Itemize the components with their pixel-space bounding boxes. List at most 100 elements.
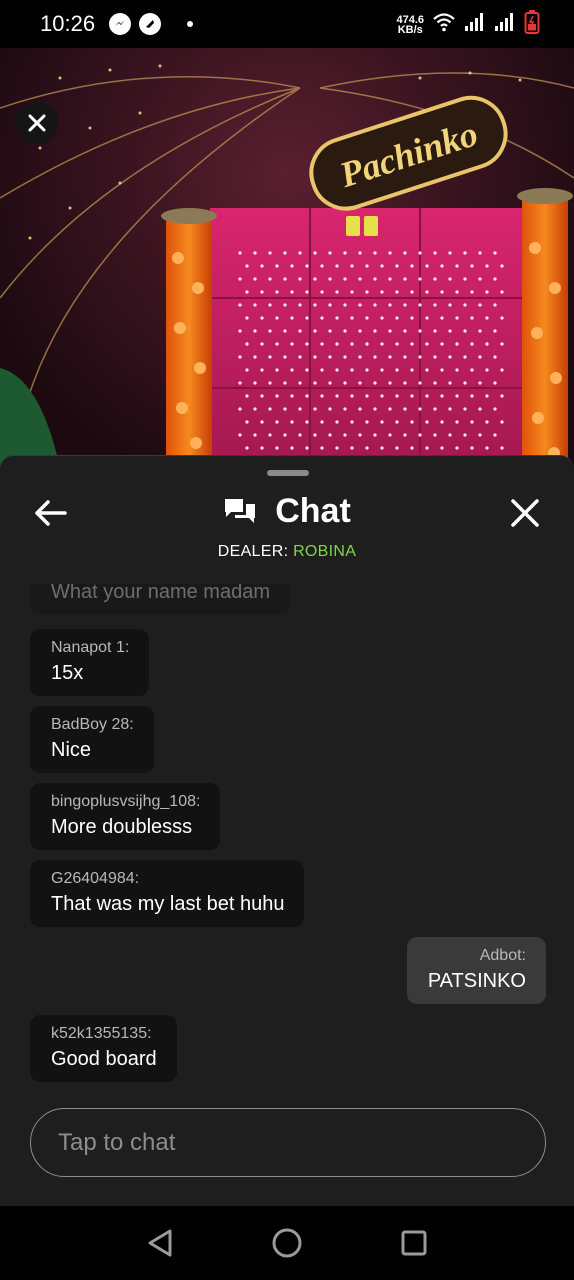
board-pin xyxy=(493,355,497,359)
board-pin xyxy=(373,303,377,307)
board-pin xyxy=(500,446,504,450)
live-video[interactable]: Pachinko xyxy=(0,48,574,468)
board-pin xyxy=(418,355,422,359)
board-pin xyxy=(373,407,377,411)
drag-handle[interactable] xyxy=(267,470,309,476)
wifi-icon xyxy=(432,11,456,38)
board-pin xyxy=(335,290,339,294)
board-pin xyxy=(388,381,392,385)
close-icon xyxy=(28,114,46,132)
net-speed: 474.6 KB/s xyxy=(396,14,424,35)
board-pin xyxy=(268,407,272,411)
board-pin xyxy=(410,394,414,398)
board-pin xyxy=(343,303,347,307)
board-pin xyxy=(335,368,339,372)
message-list[interactable]: What your name madam Nanapot 1: 15x BadB… xyxy=(0,584,574,1084)
board-pin xyxy=(320,316,324,320)
nav-home-button[interactable] xyxy=(263,1219,311,1267)
board-pin xyxy=(275,290,279,294)
board-pin xyxy=(313,433,317,437)
chat-bubbles-icon xyxy=(225,498,256,523)
board-pin xyxy=(335,316,339,320)
board-pin xyxy=(373,355,377,359)
board-pin xyxy=(350,264,354,268)
board-pin xyxy=(500,394,504,398)
board-pin xyxy=(485,316,489,320)
board-pin xyxy=(478,251,482,255)
board-pin xyxy=(433,355,437,359)
chat-input[interactable] xyxy=(30,1108,546,1177)
close-video-button[interactable] xyxy=(16,102,58,144)
board-pin xyxy=(298,355,302,359)
board-pin xyxy=(373,433,377,437)
board-pin xyxy=(328,251,332,255)
board-pin xyxy=(448,251,452,255)
board-pin xyxy=(305,316,309,320)
board-pin xyxy=(245,290,249,294)
board-pin xyxy=(380,420,384,424)
board-pin xyxy=(350,446,354,450)
nav-back-button[interactable] xyxy=(136,1219,184,1267)
board-pin xyxy=(275,394,279,398)
board-pin xyxy=(320,368,324,372)
board-pin xyxy=(268,355,272,359)
back-icon xyxy=(148,1229,172,1257)
board-pin xyxy=(253,433,257,437)
board-pin xyxy=(365,394,369,398)
close-chat-button[interactable] xyxy=(508,496,542,530)
dealer-label: DEALER: xyxy=(217,543,289,560)
board-pin xyxy=(440,264,444,268)
board-pin xyxy=(350,394,354,398)
board-pin xyxy=(328,433,332,437)
board-pin xyxy=(440,342,444,346)
board-pin xyxy=(463,303,467,307)
board-pin xyxy=(358,407,362,411)
board-pin xyxy=(455,394,459,398)
board-pin xyxy=(500,290,504,294)
board-pin xyxy=(328,303,332,307)
chat-message-self: Adbot: PATSINKO xyxy=(406,937,546,1004)
board-pin xyxy=(313,407,317,411)
dealer-info: DEALER: ROBINA xyxy=(0,543,574,561)
board-pin xyxy=(320,264,324,268)
board-pin xyxy=(320,342,324,346)
board-pin xyxy=(238,329,242,333)
board-pin xyxy=(403,433,407,437)
board-pin xyxy=(478,381,482,385)
board-pin xyxy=(253,407,257,411)
board-pin xyxy=(380,368,384,372)
board-pin xyxy=(395,290,399,294)
board-pin xyxy=(418,303,422,307)
board-pin xyxy=(493,251,497,255)
board-pin xyxy=(305,394,309,398)
nav-recents-button[interactable] xyxy=(390,1219,438,1267)
message-sender: bingoplusvsijhg_108: xyxy=(51,793,201,810)
recents-icon xyxy=(401,1230,427,1256)
board-pin xyxy=(290,264,294,268)
board-pin xyxy=(260,446,264,450)
board-pin xyxy=(305,342,309,346)
signal-icon xyxy=(494,12,516,37)
board-pin xyxy=(290,290,294,294)
board-pin xyxy=(298,303,302,307)
board-pin xyxy=(500,420,504,424)
board-pin xyxy=(283,407,287,411)
board-pin xyxy=(485,342,489,346)
board-pin xyxy=(395,264,399,268)
board-pin xyxy=(335,420,339,424)
board-pin xyxy=(470,342,474,346)
board-pin xyxy=(365,342,369,346)
board-pin xyxy=(275,316,279,320)
board-pin xyxy=(298,329,302,333)
board-pin xyxy=(388,355,392,359)
board-pin xyxy=(245,446,249,450)
board-pin xyxy=(373,277,377,281)
board-pin xyxy=(493,433,497,437)
board-pin xyxy=(328,329,332,333)
status-left-icons xyxy=(109,13,194,35)
board-pin xyxy=(425,446,429,450)
board-pin xyxy=(320,420,324,424)
board-pin xyxy=(275,342,279,346)
board-pin xyxy=(358,381,362,385)
board-pin xyxy=(298,381,302,385)
